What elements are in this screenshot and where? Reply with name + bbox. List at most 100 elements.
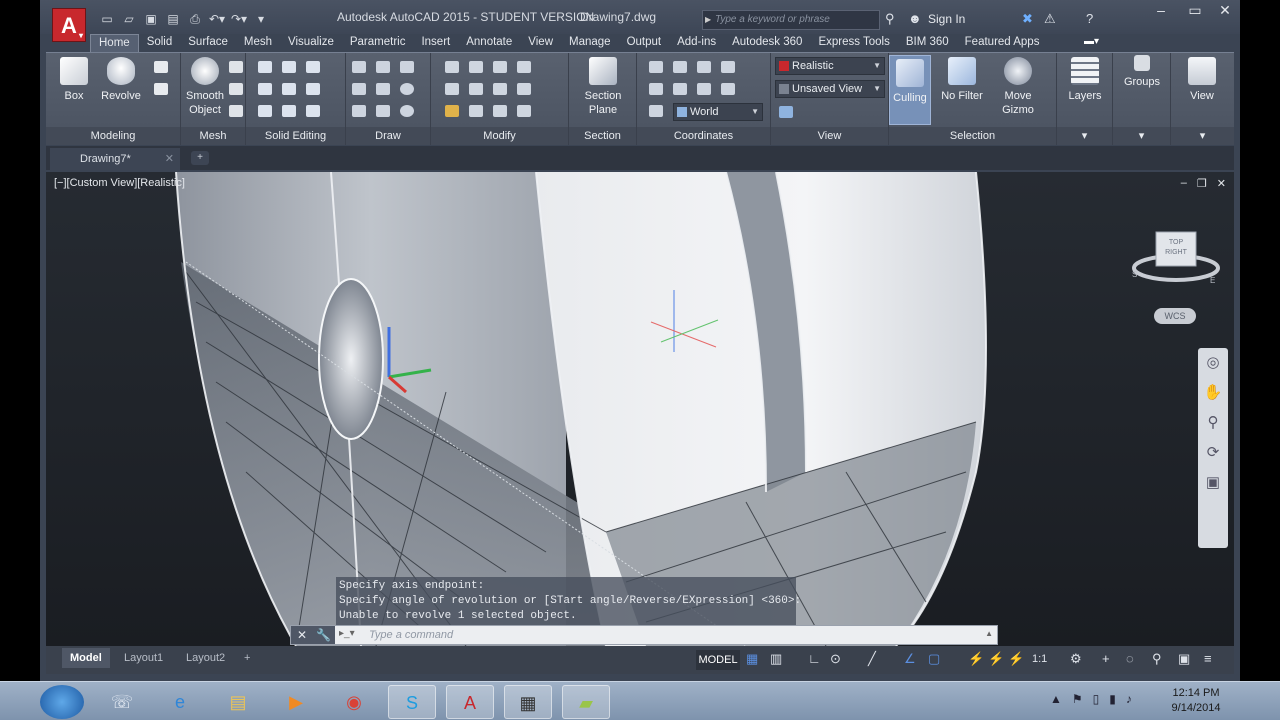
- intersect-icon[interactable]: [306, 61, 320, 73]
- snap-icon[interactable]: ▥: [770, 651, 782, 667]
- print-icon[interactable]: ⎙: [186, 11, 204, 27]
- viewport-minimize-icon[interactable]: –: [1181, 177, 1187, 190]
- zoom-icon[interactable]: ⚲: [1198, 408, 1228, 438]
- visual-style-combo[interactable]: Realistic ▼: [775, 57, 885, 75]
- view-expand[interactable]: ▾: [1171, 127, 1234, 145]
- tab-view[interactable]: View: [520, 34, 561, 52]
- subtract-icon[interactable]: [282, 61, 296, 73]
- panel-title-section[interactable]: Section: [569, 127, 636, 145]
- isolate-objects-icon[interactable]: ◌: [1126, 651, 1134, 666]
- power-icon[interactable]: ▯: [1093, 692, 1100, 706]
- layers-button[interactable]: Layers: [1063, 57, 1107, 103]
- ucs-origin-icon[interactable]: [697, 61, 711, 73]
- annotation-scale-icon[interactable]: ⚡: [1008, 651, 1024, 667]
- ucs-combo[interactable]: World ▼: [673, 103, 763, 121]
- undo-icon[interactable]: ↶▾: [208, 11, 226, 27]
- a360-icon[interactable]: ⚠: [1044, 11, 1056, 27]
- offset-icon[interactable]: [469, 83, 483, 95]
- tab-visualize[interactable]: Visualize: [280, 34, 342, 52]
- viewport-close-icon[interactable]: ✕: [1217, 177, 1226, 190]
- tab-model[interactable]: Model: [62, 648, 110, 668]
- tab-autodesk-360[interactable]: Autodesk 360: [724, 34, 810, 52]
- tab-mesh[interactable]: Mesh: [236, 34, 280, 52]
- object-snap-tracking-icon[interactable]: ∠: [904, 651, 916, 667]
- 3d-align-icon[interactable]: [493, 61, 507, 73]
- array-icon[interactable]: [517, 61, 531, 73]
- add-layout-button[interactable]: +: [236, 648, 258, 668]
- start-button[interactable]: [40, 685, 84, 719]
- trim-icon[interactable]: [469, 105, 483, 117]
- separate-icon[interactable]: [306, 105, 320, 117]
- tab-output[interactable]: Output: [619, 34, 670, 52]
- panel-title-draw[interactable]: Draw: [346, 127, 430, 145]
- ribbon-minimize-icon[interactable]: ▬▾: [1084, 36, 1099, 47]
- ellipse-icon[interactable]: [400, 105, 414, 117]
- volume-icon[interactable]: ♪: [1126, 692, 1132, 706]
- panel-title-mesh[interactable]: Mesh: [181, 127, 245, 145]
- clean-screen-icon[interactable]: ▣: [1178, 651, 1190, 667]
- rectangle-icon[interactable]: [376, 105, 390, 117]
- redo-icon[interactable]: ↷▾: [230, 11, 248, 27]
- revolve-button[interactable]: Revolve: [96, 57, 146, 103]
- ucs-named-icon[interactable]: [649, 105, 663, 117]
- tab-layout1[interactable]: Layout1: [116, 648, 171, 668]
- imprint-icon[interactable]: [258, 105, 272, 117]
- culling-button[interactable]: Culling: [889, 55, 931, 125]
- taskbar-media-player-icon[interactable]: ▶: [272, 685, 320, 719]
- command-prompt-icon[interactable]: ▸_▾: [339, 628, 355, 639]
- mirror-icon[interactable]: [493, 83, 507, 95]
- arc-icon[interactable]: [352, 61, 366, 73]
- union-icon[interactable]: [258, 61, 272, 73]
- circle-icon[interactable]: [400, 83, 414, 95]
- mesh-tool-1-icon[interactable]: [229, 61, 243, 73]
- help-search-input[interactable]: ▶ Type a keyword or phrase: [702, 10, 880, 30]
- ucs-face-icon[interactable]: [697, 83, 711, 95]
- drawing-viewport[interactable]: [−][Custom View][Realistic] – ❐ ✕ TOP RI…: [46, 172, 1234, 646]
- tab-solid[interactable]: Solid: [139, 34, 181, 52]
- ucs-view-icon[interactable]: [649, 83, 663, 95]
- taskbar-app-phone-icon[interactable]: ☏: [98, 685, 146, 719]
- panel-title-selection[interactable]: Selection: [889, 127, 1056, 145]
- taskbar-camtasia-icon[interactable]: ▦: [504, 685, 552, 719]
- ucs-3point-icon[interactable]: [721, 61, 735, 73]
- taskbar-file-explorer-icon[interactable]: ▤: [214, 685, 262, 719]
- maximize-button[interactable]: ▭: [1180, 2, 1210, 22]
- rotate-icon[interactable]: [445, 61, 459, 73]
- command-input[interactable]: Type a command: [369, 629, 453, 641]
- orbit-icon[interactable]: ⟳: [1198, 438, 1228, 468]
- extrude-icon[interactable]: [154, 61, 168, 73]
- command-history-toggle-icon[interactable]: ▲: [985, 629, 993, 638]
- close-command-line-icon[interactable]: ✕: [297, 628, 307, 642]
- ucs-icon[interactable]: [649, 61, 663, 73]
- close-tab-icon[interactable]: ✕: [165, 148, 174, 170]
- binoculars-icon[interactable]: ⚲: [885, 11, 895, 27]
- taskbar-autocad-icon[interactable]: A: [446, 685, 494, 719]
- viewport-config-icon[interactable]: [779, 106, 793, 118]
- tab-add-ins[interactable]: Add-ins: [669, 34, 724, 52]
- isodraft-icon[interactable]: ╱: [868, 651, 876, 667]
- showmotion-icon[interactable]: ▣: [1198, 468, 1228, 498]
- interfere-icon[interactable]: [258, 83, 272, 95]
- named-view-combo[interactable]: Unsaved View ▼: [775, 80, 885, 98]
- taskbar-internet-explorer-icon[interactable]: e: [156, 685, 204, 719]
- steering-wheel-icon[interactable]: ◎: [1198, 348, 1228, 378]
- tab-layout2[interactable]: Layout2: [178, 648, 233, 668]
- copy-icon[interactable]: [445, 83, 459, 95]
- action-center-icon[interactable]: ⚑: [1072, 692, 1083, 706]
- panel-title-solid-editing[interactable]: Solid Editing: [246, 127, 345, 145]
- hardware-acceleration-icon[interactable]: ⚲: [1152, 651, 1162, 667]
- application-menu-button[interactable]: A ▾: [52, 8, 86, 42]
- groups-expand[interactable]: ▾: [1113, 127, 1170, 145]
- panel-title-coordinates[interactable]: Coordinates: [637, 127, 770, 145]
- groups-button[interactable]: Groups: [1119, 55, 1165, 89]
- pan-icon[interactable]: ✋: [1198, 378, 1228, 408]
- tab-annotate[interactable]: Annotate: [458, 34, 520, 52]
- tab-surface[interactable]: Surface: [180, 34, 236, 52]
- polar-icon[interactable]: ⊙: [830, 651, 841, 667]
- line-icon[interactable]: [376, 83, 390, 95]
- polygon-icon[interactable]: [352, 105, 366, 117]
- open-icon[interactable]: ▱: [120, 11, 138, 27]
- viewport-restore-icon[interactable]: ❐: [1197, 177, 1207, 190]
- auto-scale-icon[interactable]: ⚡: [988, 651, 1004, 667]
- move-gizmo-button[interactable]: Move Gizmo: [995, 57, 1041, 117]
